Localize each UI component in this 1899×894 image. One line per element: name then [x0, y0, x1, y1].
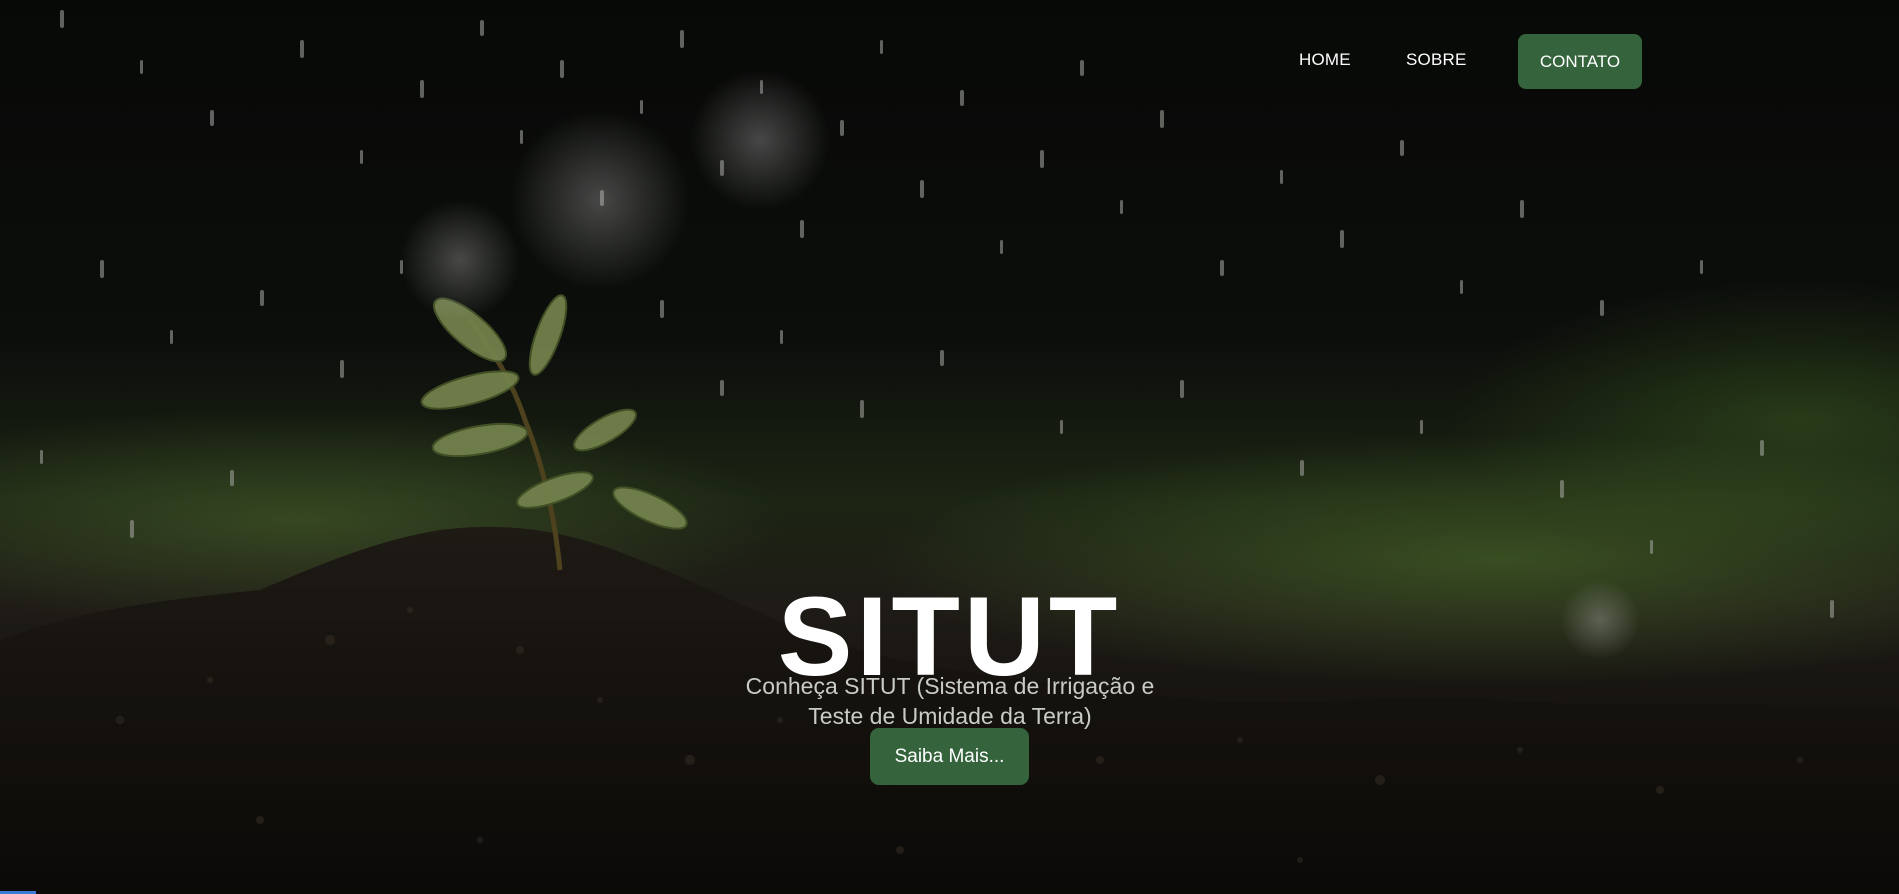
saiba-mais-button[interactable]: Saiba Mais...	[870, 728, 1029, 785]
hero-subtitle: Conheça SITUT (Sistema de Irrigação e Te…	[745, 673, 1155, 729]
nav-link-home[interactable]: HOME	[1299, 50, 1351, 70]
contato-button[interactable]: CONTATO	[1518, 34, 1642, 89]
hero-section: HOME SOBRE CONTATO SITUT Conheça SITUT (…	[0, 0, 1899, 894]
nav-link-sobre[interactable]: SOBRE	[1406, 50, 1467, 70]
